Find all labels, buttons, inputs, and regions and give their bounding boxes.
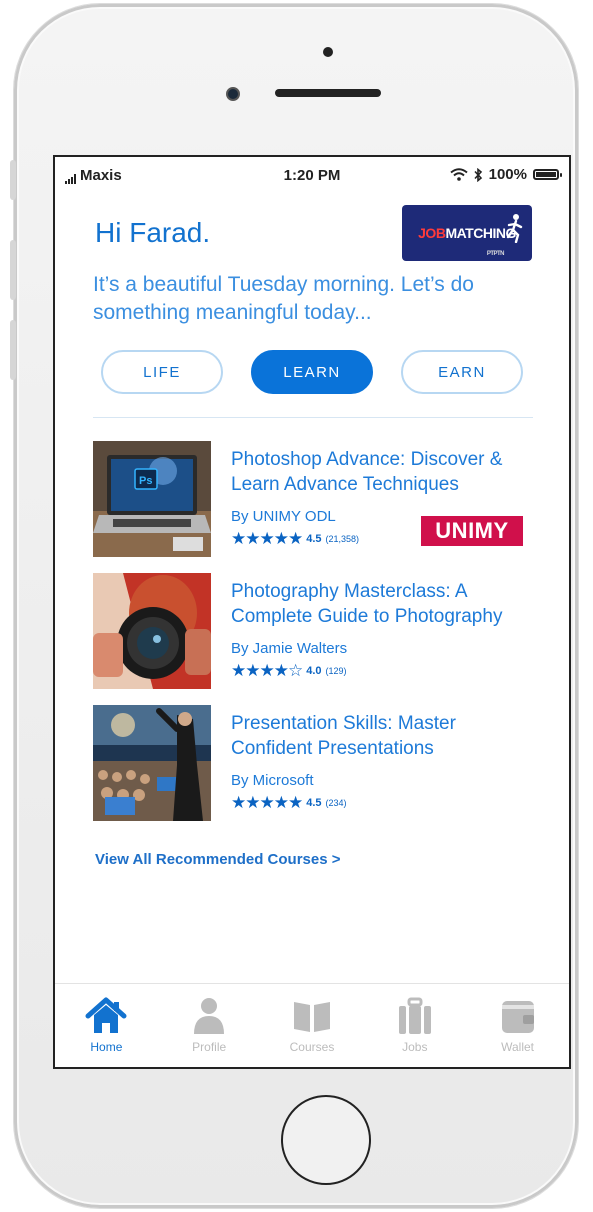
battery-icon: [533, 169, 562, 180]
rating-stars: ★★★★★: [231, 529, 303, 548]
home-icon: [85, 997, 127, 1033]
svg-text:Ps: Ps: [139, 475, 152, 487]
course-author: By Microsoft: [231, 772, 314, 789]
course-rating: ★★★★★ 4.5 (21,358): [231, 529, 359, 549]
greeting-subtitle: It’s a beautiful Tuesday morning. Let’s …: [93, 273, 474, 324]
person-icon: [194, 998, 225, 1034]
rating-count: (234): [325, 798, 347, 808]
proximity-sensor: [323, 47, 333, 57]
rating-stars: ★★★★★: [231, 793, 303, 812]
course-rating: ★★★★★ 4.5 (234): [231, 793, 347, 813]
battery-percent: 100%: [488, 166, 527, 183]
course-title[interactable]: Photoshop Advance: Discover & Learn Adva…: [231, 447, 541, 497]
course-card-presentation[interactable]: Presentation Skills: Master Confident Pr…: [93, 705, 533, 823]
segment-control: LIFE LEARN EARN: [101, 350, 523, 394]
front-camera: [226, 87, 240, 101]
tab-home-label: Home: [90, 1040, 123, 1054]
tab-courses-label: Courses: [289, 1040, 335, 1054]
course-card-photography[interactable]: Photography Masterclass: A Complete Guid…: [93, 573, 533, 691]
tab-home[interactable]: Home: [66, 996, 146, 1054]
course-thumbnail: Ps: [93, 441, 211, 557]
greeting-title: Hi Farad.: [95, 217, 211, 248]
tab-wallet-label: Wallet: [501, 1040, 535, 1054]
tab-life[interactable]: LIFE: [101, 350, 223, 394]
view-all-courses-link[interactable]: View All Recommended Courses >: [95, 851, 341, 868]
rating-value: 4.5: [306, 533, 322, 545]
home-button[interactable]: [281, 1095, 371, 1185]
tab-jobs[interactable]: Jobs: [375, 996, 455, 1054]
rating-count: (21,358): [325, 534, 360, 544]
app-screen: Maxis 1:20 PM 100% Hi Farad. JOB MATCHING…: [53, 155, 571, 1069]
running-person-icon: [506, 214, 523, 243]
course-rating: ★★★★☆ 4.0 (129): [231, 661, 347, 681]
mute-switch: [10, 160, 16, 200]
course-card-photoshop[interactable]: Ps Photoshop Advance: Discover & Learn A…: [93, 441, 533, 559]
status-right: 100%: [449, 166, 562, 183]
rating-stars: ★★★★☆: [231, 661, 303, 680]
volume-down-button: [10, 320, 16, 380]
tab-earn[interactable]: EARN: [401, 350, 523, 394]
status-bar: Maxis 1:20 PM 100%: [55, 157, 569, 191]
tab-profile[interactable]: Profile: [169, 996, 249, 1054]
volume-up-button: [10, 240, 16, 300]
wifi-icon: [449, 168, 468, 181]
earpiece-speaker: [275, 89, 381, 97]
tab-courses[interactable]: Courses: [272, 996, 352, 1054]
bottom-tab-bar: Home Profile Courses Jobs Wallet: [55, 983, 569, 1067]
course-author: By UNIMY ODL: [231, 508, 336, 525]
bluetooth-icon: [474, 167, 482, 182]
wallet-icon: [501, 1001, 534, 1033]
book-icon: [293, 1002, 330, 1032]
tab-wallet[interactable]: Wallet: [478, 996, 558, 1054]
tab-learn[interactable]: LEARN: [251, 350, 373, 394]
jobmatching-logo: JOB MATCHING PTPTN: [402, 205, 532, 261]
rating-value: 4.5: [306, 797, 322, 809]
course-title[interactable]: Presentation Skills: Master Confident Pr…: [231, 711, 541, 761]
course-author: By Jamie Walters: [231, 640, 348, 657]
tab-profile-label: Profile: [192, 1040, 227, 1054]
tab-jobs-label: Jobs: [402, 1040, 428, 1054]
course-thumbnail: [93, 705, 211, 821]
course-thumbnail: [93, 573, 211, 689]
divider: [93, 417, 533, 418]
rating-value: 4.0: [306, 665, 322, 677]
rating-count: (129): [325, 666, 347, 676]
course-title[interactable]: Photography Masterclass: A Complete Guid…: [231, 579, 541, 629]
briefcase-icon: [398, 997, 431, 1034]
provider-badge: UNIMY: [421, 516, 523, 546]
